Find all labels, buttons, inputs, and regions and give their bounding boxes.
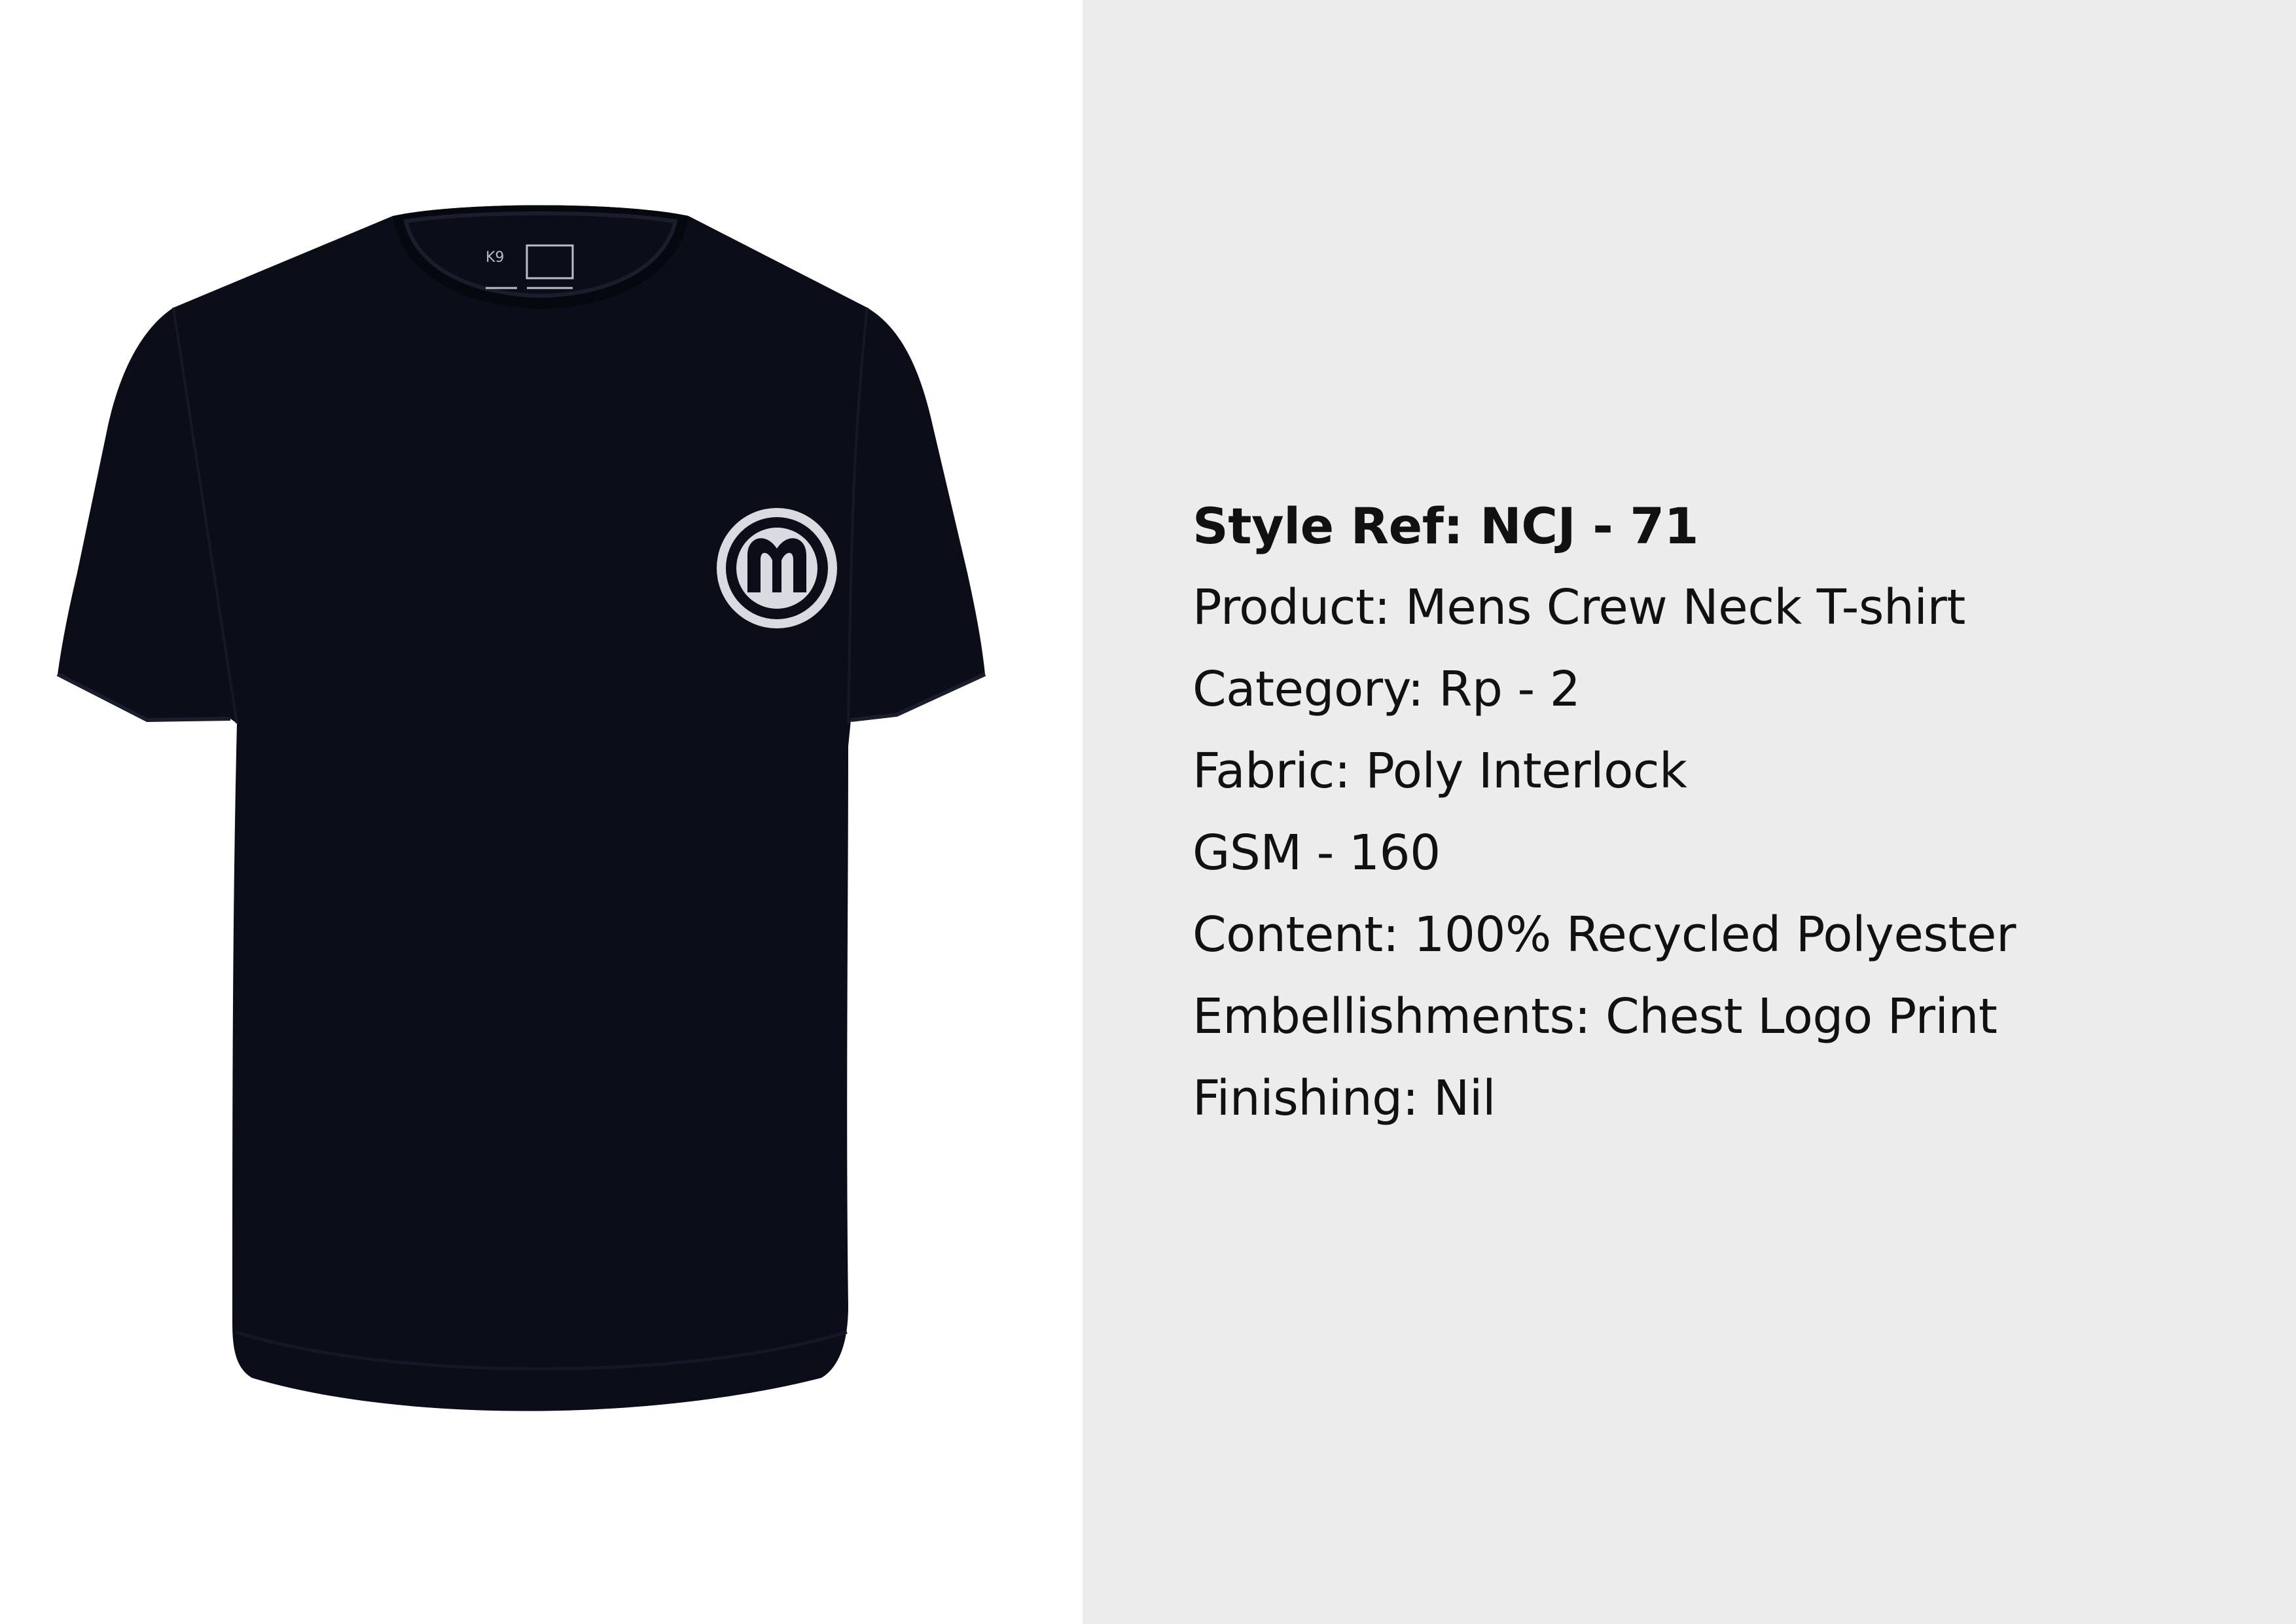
finishing-spec: Finishing: Nil (1193, 1070, 1496, 1127)
spec-list: Style Ref: NCJ - 71 Product: Mens Crew N… (1193, 486, 2240, 1140)
spec-sheet-page: K9 Style Ref: NCJ - 71 Product: Mens Cre… (0, 0, 2296, 1624)
tshirt-image: K9 (56, 205, 986, 1411)
product-spec: Product: Mens Crew Neck T-shirt (1193, 579, 1965, 636)
gsm-spec: GSM - 160 (1193, 825, 1441, 881)
category-spec: Category: Rp - 2 (1193, 661, 1581, 717)
fabric-spec: Fabric: Poly Interlock (1193, 743, 1687, 799)
style-ref-heading: Style Ref: NCJ - 71 (1193, 497, 1699, 555)
embellishments-spec: Embellishments: Chest Logo Print (1193, 988, 1998, 1045)
product-image-panel: K9 (0, 0, 1083, 1624)
circular-m-logo-icon (717, 508, 837, 628)
tshirt-body (58, 205, 985, 1411)
content-spec: Content: 100% Recycled Polyester (1193, 907, 2016, 963)
svg-text:K9: K9 (486, 249, 504, 266)
